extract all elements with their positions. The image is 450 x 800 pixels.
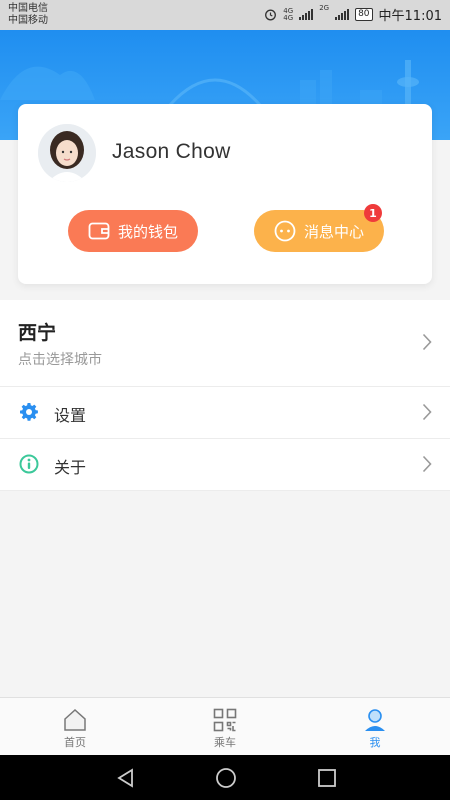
city-selector[interactable]: 西宁 点击选择城市 [0,300,450,387]
back-icon[interactable] [116,768,136,788]
system-nav-bar [0,755,450,800]
menu-item-settings[interactable]: 设置 [0,387,450,439]
info-icon [19,454,39,474]
status-bar: 中国电信 中国移动 4G 4G 2G 80 中午11:01 [0,0,450,30]
home-icon [64,708,86,731]
chevron-right-icon [422,455,432,473]
wallet-button[interactable]: 我的钱包 [68,210,198,252]
message-center-label: 消息中心 [303,222,364,241]
carrier-1: 中国电信 [8,3,48,14]
tab-me[interactable]: 我 [300,698,450,756]
alarm-icon [265,9,277,21]
city-name: 西宁 [18,322,57,344]
chevron-right-icon [422,403,432,421]
home-circle-icon[interactable] [215,767,237,789]
wallet-label: 我的钱包 [117,222,178,241]
notification-badge: 1 [364,204,382,222]
gear-icon [20,403,38,421]
menu-item-label: 关于 [54,458,87,477]
settings-list: 西宁 点击选择城市 设置 关于 [0,300,450,491]
menu-item-about[interactable]: 关于 [0,439,450,491]
avatar[interactable] [38,124,96,182]
signal-icon-2 [335,9,350,20]
user-icon [365,709,385,731]
signal-icon-1 [299,9,314,20]
avatar-image [38,124,96,182]
username: Jason Chow [112,140,231,163]
recent-apps-icon[interactable] [317,768,337,788]
carrier-2: 中国移动 [8,15,48,26]
status-indicators: 4G 4G 2G 80 中午11:01 [264,5,442,24]
wallet-icon [88,222,110,240]
tab-ride[interactable]: 乘车 [150,698,300,756]
bottom-tab-bar: 首页 乘车 我 [0,697,450,756]
qr-code-icon [213,708,237,732]
battery-indicator: 80 [355,8,373,21]
tab-label: 首页 [64,736,86,749]
tab-label: 乘车 [214,736,236,749]
tab-label: 我 [369,736,381,749]
profile-card: Jason Chow 我的钱包 消息中心 1 [18,104,432,284]
menu-item-label: 设置 [54,406,87,425]
clock: 中午11:01 [378,9,442,24]
network-type-1b: 4G [283,13,294,22]
tab-home[interactable]: 首页 [0,698,150,756]
network-type-2: 2G [319,4,330,12]
city-hint: 点击选择城市 [18,352,102,368]
chat-bubble-icon [274,220,296,242]
chevron-right-icon [422,333,432,351]
